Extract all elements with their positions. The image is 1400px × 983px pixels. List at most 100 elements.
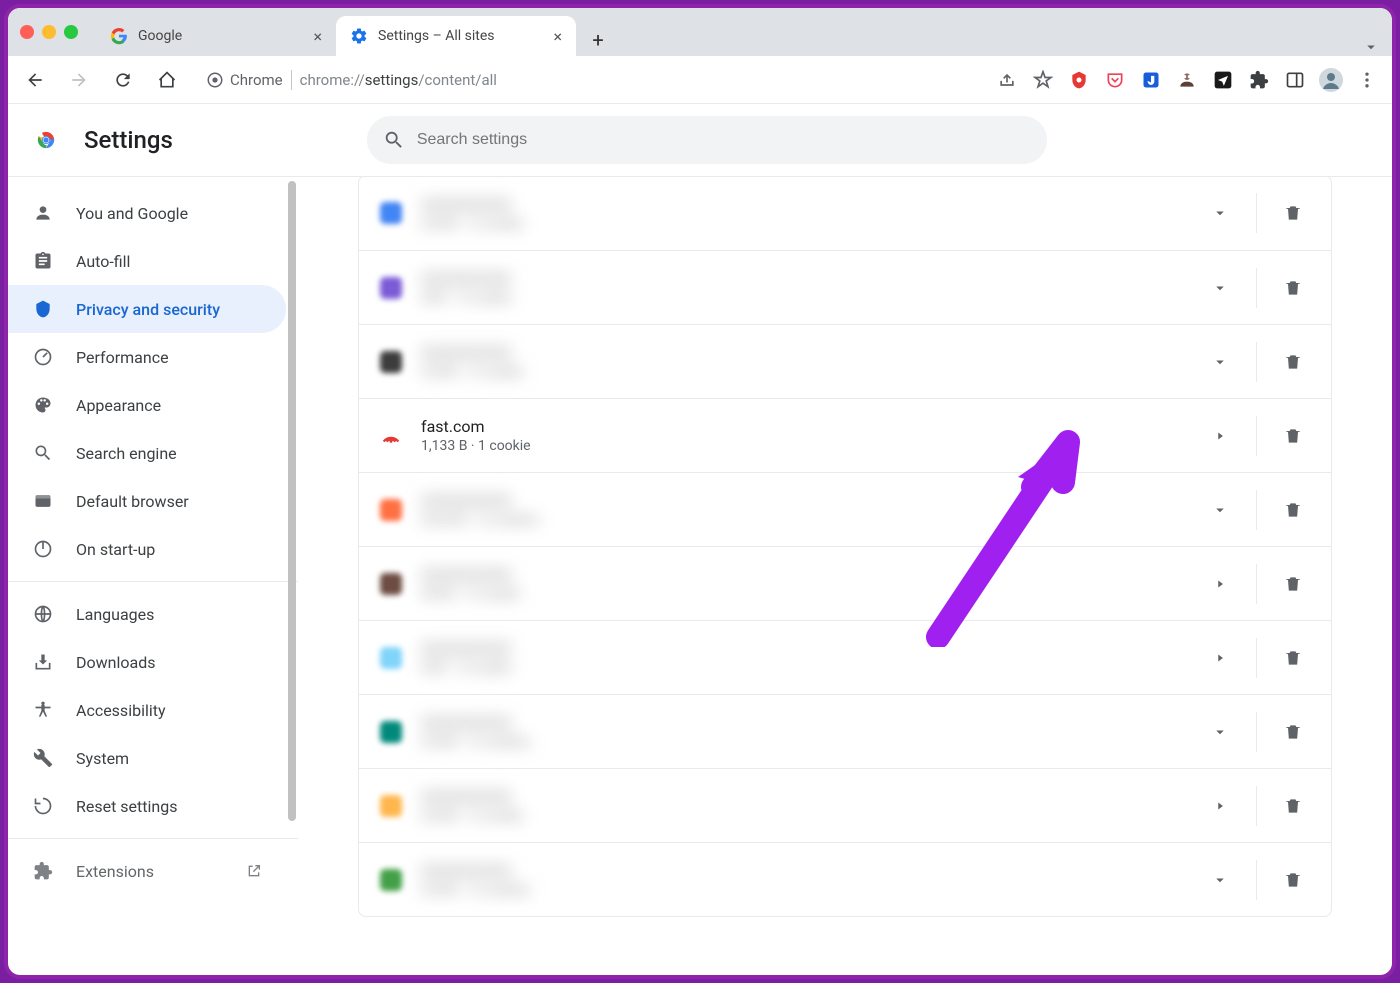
site-name: XXXXXXXXX	[421, 565, 1184, 584]
site-row[interactable]: XXXXXXXXX X,XXX · X cookies	[359, 694, 1331, 768]
sidebar-item-downloads[interactable]: Downloads	[8, 638, 286, 686]
sidebar-item-startup[interactable]: On start-up	[8, 525, 286, 573]
expand-site-button[interactable]	[1200, 786, 1240, 826]
site-row[interactable]: XXXXXXXXX X,XXX · X cookie	[359, 177, 1331, 250]
puzzle-icon	[32, 861, 54, 881]
external-link-icon	[246, 863, 262, 879]
site-name: XXXXXXXXX	[421, 861, 1184, 880]
settings-body: You and Google Auto-fill Privacy and sec…	[8, 176, 1392, 975]
sidebar-item-appearance[interactable]: Appearance	[8, 381, 286, 429]
delete-site-button[interactable]	[1273, 786, 1313, 826]
tab-google[interactable]: Google ×	[96, 16, 336, 56]
extensions-icon[interactable]	[1244, 65, 1274, 95]
sidebar-item-label: Extensions	[76, 862, 154, 881]
site-favicon-icon	[377, 274, 405, 302]
expand-site-button[interactable]	[1200, 564, 1240, 604]
close-tab-icon[interactable]: ×	[553, 27, 562, 46]
sidebar-item-you-and-google[interactable]: You and Google	[8, 189, 286, 237]
sidebar-item-extensions[interactable]: Extensions	[8, 847, 286, 895]
close-window-button[interactable]	[20, 25, 34, 39]
delete-site-button[interactable]	[1273, 712, 1313, 752]
divider	[1256, 268, 1257, 308]
close-tab-icon[interactable]: ×	[313, 27, 322, 46]
forward-button[interactable]	[62, 63, 96, 97]
settings-sidebar: You and Google Auto-fill Privacy and sec…	[8, 177, 298, 975]
extension-send-icon[interactable]	[1208, 65, 1238, 95]
sidebar-item-languages[interactable]: Languages	[8, 590, 286, 638]
menu-icon[interactable]	[1352, 65, 1382, 95]
expand-site-button[interactable]	[1200, 416, 1240, 456]
search-settings-input[interactable]	[417, 131, 1031, 149]
delete-site-button[interactable]	[1273, 490, 1313, 530]
tab-label: Google	[138, 28, 182, 44]
sidebar-item-label: Appearance	[76, 396, 161, 415]
tab-overflow-button[interactable]	[1362, 38, 1380, 56]
tab-settings[interactable]: Settings – All sites ×	[336, 16, 576, 56]
sidebar-item-system[interactable]: System	[8, 734, 286, 782]
expand-site-button[interactable]	[1200, 268, 1240, 308]
site-row[interactable]: XXXXXXXXX X,XXX · X cookie	[359, 324, 1331, 398]
address-bar[interactable]: Chrome chrome://settings/content/all	[194, 63, 982, 97]
site-row[interactable]: XXXXXXXXX XX,XXX · X cookies	[359, 472, 1331, 546]
home-button[interactable]	[150, 63, 184, 97]
expand-site-button[interactable]	[1200, 342, 1240, 382]
bookmark-icon[interactable]	[1028, 65, 1058, 95]
page-content: Settings You and Google Auto-fill Privac…	[8, 104, 1392, 975]
reload-button[interactable]	[106, 63, 140, 97]
sidebar-item-search-engine[interactable]: Search engine	[8, 429, 286, 477]
share-icon[interactable]	[992, 65, 1022, 95]
search-icon	[32, 443, 54, 463]
reset-icon	[32, 796, 54, 816]
delete-site-button[interactable]	[1273, 860, 1313, 900]
sidebar-item-autofill[interactable]: Auto-fill	[8, 237, 286, 285]
google-favicon-icon	[110, 27, 128, 45]
expand-site-button[interactable]	[1200, 490, 1240, 530]
delete-site-button[interactable]	[1273, 268, 1313, 308]
divider	[1256, 712, 1257, 752]
divider	[1256, 416, 1257, 456]
sidebar-item-label: Performance	[76, 348, 169, 367]
site-sub: XXXX · X cookie	[421, 586, 1184, 602]
delete-site-button[interactable]	[1273, 638, 1313, 678]
sidebar-item-label: Auto-fill	[76, 252, 130, 271]
expand-site-button[interactable]	[1200, 712, 1240, 752]
sidebar-item-reset[interactable]: Reset settings	[8, 782, 286, 830]
back-button[interactable]	[18, 63, 52, 97]
shield-icon	[32, 299, 54, 319]
profile-avatar-icon[interactable]	[1316, 65, 1346, 95]
extension-avatar-icon[interactable]	[1172, 65, 1202, 95]
maximize-window-button[interactable]	[64, 25, 78, 39]
sidebar-item-privacy[interactable]: Privacy and security	[8, 285, 286, 333]
extension-bitwarden-icon[interactable]	[1136, 65, 1166, 95]
delete-site-button[interactable]	[1273, 342, 1313, 382]
site-favicon-icon	[377, 570, 405, 598]
minimize-window-button[interactable]	[42, 25, 56, 39]
site-row[interactable]: XXXXXXXXX XXXX · X cookie	[359, 546, 1331, 620]
site-row[interactable]: XXXXXXXXX X,XXX · X cookie	[359, 768, 1331, 842]
site-favicon-icon	[377, 496, 405, 524]
search-settings-bar[interactable]	[367, 116, 1047, 164]
expand-site-button[interactable]	[1200, 860, 1240, 900]
delete-site-button[interactable]	[1273, 416, 1313, 456]
sidebar-item-performance[interactable]: Performance	[8, 333, 286, 381]
extension-ublock-icon[interactable]	[1064, 65, 1094, 95]
extension-pocket-icon[interactable]	[1100, 65, 1130, 95]
site-row[interactable]: XXXXXXXXX X,XXX · X cookies	[359, 842, 1331, 916]
sidebar-item-default-browser[interactable]: Default browser	[8, 477, 286, 525]
site-sub: X,XXX · X cookie	[421, 216, 1184, 232]
expand-site-button[interactable]	[1200, 193, 1240, 233]
site-row[interactable]: XXXXXXXXX XXX · X cookie	[359, 250, 1331, 324]
toolbar: Chrome chrome://settings/content/all	[8, 56, 1392, 104]
person-icon	[32, 203, 54, 223]
sidebar-item-accessibility[interactable]: Accessibility	[8, 686, 286, 734]
sidepanel-icon[interactable]	[1280, 65, 1310, 95]
site-row[interactable]: XXXXXXXXX XXX · X cookie	[359, 620, 1331, 694]
sidebar-item-label: On start-up	[76, 540, 155, 559]
site-row[interactable]: fast.com 1,133 B · 1 cookie	[359, 398, 1331, 472]
site-sub: X,XXX · X cookie	[421, 808, 1184, 824]
expand-site-button[interactable]	[1200, 638, 1240, 678]
delete-site-button[interactable]	[1273, 193, 1313, 233]
new-tab-button[interactable]: +	[582, 24, 614, 56]
site-text: XXXXXXXXX X,XXX · X cookie	[421, 787, 1184, 824]
delete-site-button[interactable]	[1273, 564, 1313, 604]
